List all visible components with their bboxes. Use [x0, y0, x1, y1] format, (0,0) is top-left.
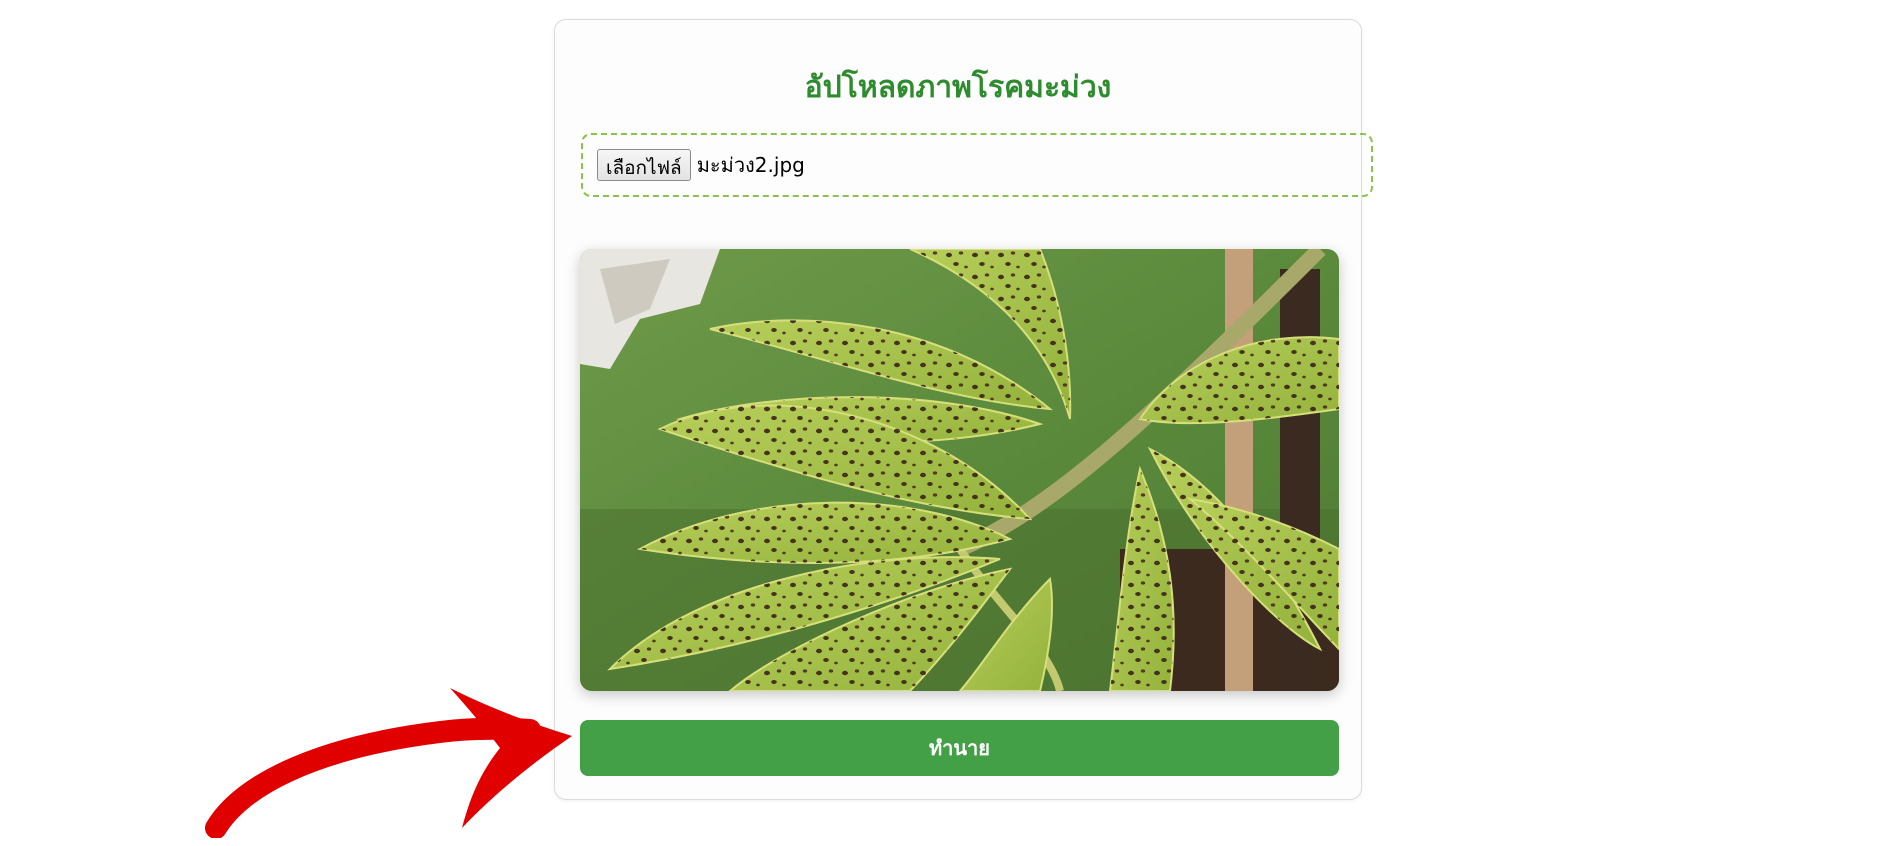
choose-file-button[interactable]: เลือกไฟล์	[597, 149, 691, 181]
red-arrow-icon	[200, 688, 580, 842]
page-title: อัปโหลดภาพโรคมะม่วง	[804, 70, 1112, 105]
file-upload-zone[interactable]: เลือกไฟล์ มะม่วง2.jpg	[581, 133, 1373, 197]
leaf-photo	[580, 249, 1339, 691]
upload-card: อัปโหลดภาพโรคมะม่วง เลือกไฟล์ มะม่วง2.jp…	[554, 19, 1373, 800]
page: อัปโหลดภาพโรคมะม่วง เลือกไฟล์ มะม่วง2.jp…	[0, 0, 1894, 846]
image-preview	[580, 249, 1339, 691]
predict-button[interactable]: ทำนาย	[580, 720, 1339, 776]
selected-file-name: มะม่วง2.jpg	[696, 153, 805, 177]
